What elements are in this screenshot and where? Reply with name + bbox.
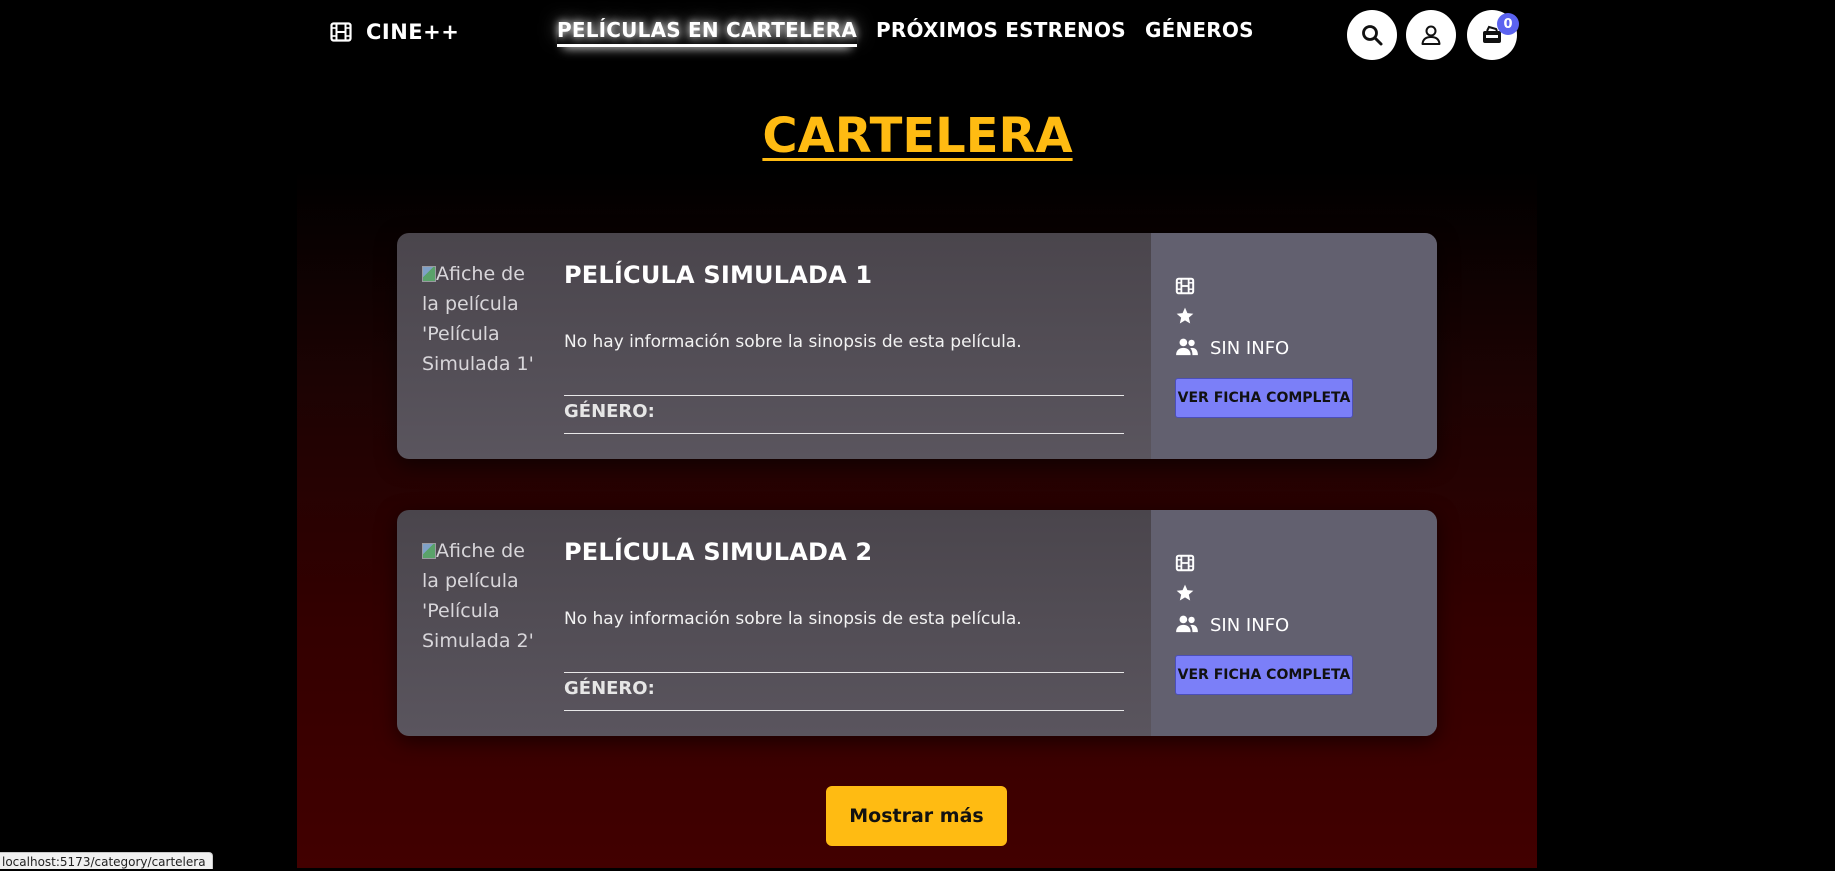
search-button[interactable] — [1347, 10, 1397, 60]
audience-text: SIN INFO — [1210, 615, 1290, 636]
page-title: CARTELERA — [762, 108, 1073, 164]
film-icon — [330, 22, 352, 42]
movie-synopsis: No hay información sobre la sinopsis de … — [564, 609, 1022, 629]
star-icon — [1176, 307, 1194, 324]
movie-synopsis: No hay información sobre la sinopsis de … — [564, 332, 1022, 352]
ver-ficha-completa-button[interactable]: VER FICHA COMPLETA — [1175, 378, 1353, 418]
nav-link-proximos-estrenos[interactable]: PRÓXIMOS ESTRENOS — [876, 18, 1126, 42]
poster-alt-text: Afiche de la película 'Película Simulada… — [422, 263, 534, 375]
mostrar-mas-button[interactable]: Mostrar más — [826, 786, 1007, 846]
broken-image-icon — [422, 266, 436, 282]
users-icon — [1176, 338, 1198, 356]
cart-button[interactable]: 0 — [1467, 10, 1519, 60]
movie-card-main: Afiche de la película 'Película Simulada… — [397, 510, 1151, 736]
status-bar-url: localhost:5173/category/cartelera — [0, 852, 213, 869]
audience-text: SIN INFO — [1210, 338, 1290, 359]
divider — [564, 433, 1124, 434]
site-header: CINE++ PELÍCULAS EN CARTELERA PRÓXIMOS E… — [0, 0, 1835, 70]
divider — [564, 672, 1124, 673]
site-logo[interactable]: CINE++ — [330, 20, 459, 44]
divider — [564, 710, 1124, 711]
nav-link-generos[interactable]: GÉNEROS — [1145, 18, 1254, 42]
film-icon — [1175, 554, 1195, 572]
movie-poster[interactable]: Afiche de la película 'Película Simulada… — [422, 536, 537, 656]
movie-card-side: SIN INFO VER FICHA COMPLETA — [1151, 233, 1437, 459]
user-icon — [1421, 25, 1441, 45]
ver-ficha-completa-button[interactable]: VER FICHA COMPLETA — [1175, 655, 1353, 695]
movie-card-side: SIN INFO VER FICHA COMPLETA — [1151, 510, 1437, 736]
nav-link-cartelera[interactable]: PELÍCULAS EN CARTELERA — [557, 18, 858, 47]
movie-card: Afiche de la película 'Película Simulada… — [397, 233, 1437, 459]
cart-count-badge: 0 — [1497, 13, 1519, 35]
users-icon — [1176, 615, 1198, 633]
genre-label: GÉNERO: — [564, 401, 655, 422]
search-icon — [1362, 25, 1383, 46]
poster-alt-text: Afiche de la película 'Película Simulada… — [422, 540, 534, 652]
logo-text: CINE++ — [366, 20, 460, 44]
film-icon — [1175, 277, 1195, 295]
movie-card-main: Afiche de la película 'Película Simulada… — [397, 233, 1151, 459]
star-icon — [1176, 584, 1194, 601]
broken-image-icon — [422, 543, 436, 559]
user-button[interactable] — [1406, 10, 1456, 60]
movie-poster[interactable]: Afiche de la película 'Película Simulada… — [422, 259, 537, 379]
genre-label: GÉNERO: — [564, 678, 655, 699]
movie-title: PELÍCULA SIMULADA 1 — [564, 261, 873, 289]
movie-card: Afiche de la película 'Película Simulada… — [397, 510, 1437, 736]
divider — [564, 395, 1124, 396]
movie-title: PELÍCULA SIMULADA 2 — [564, 538, 873, 566]
